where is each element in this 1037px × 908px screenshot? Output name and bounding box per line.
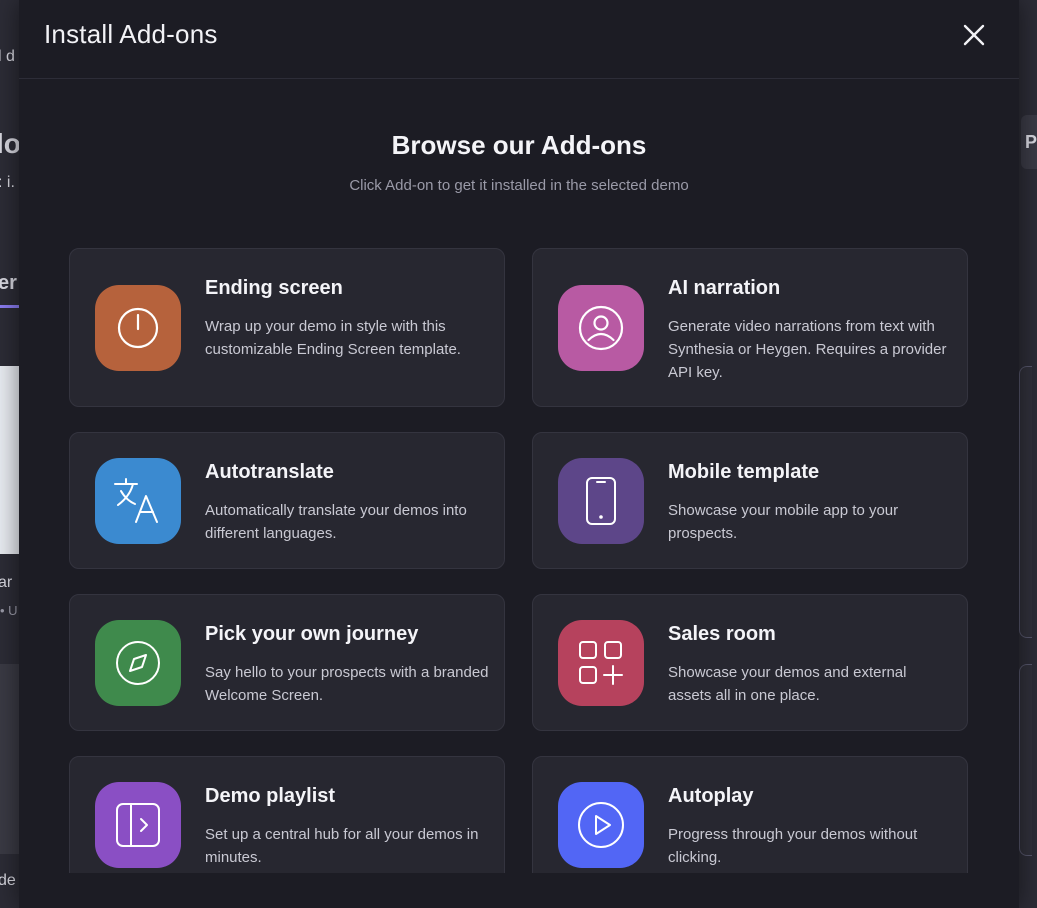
addon-icon-box — [558, 782, 644, 868]
addon-icon-box — [95, 458, 181, 544]
background-left-panel: l d lo : i. er ar • U de — [0, 0, 19, 908]
bg-fragment: l d — [0, 48, 15, 65]
modal-header: Install Add-ons — [19, 0, 1019, 79]
addon-icon-box — [558, 285, 644, 371]
bg-button: P — [1021, 115, 1037, 169]
addon-title: Autoplay — [668, 785, 754, 807]
compass-icon — [116, 641, 160, 685]
addon-card-demo-playlist[interactable]: Demo playlist Set up a central hub for a… — [69, 756, 505, 873]
addon-card-pick-your-own-journey[interactable]: Pick your own journey Say hello to your … — [69, 594, 505, 731]
bg-card — [1019, 366, 1032, 638]
bg-fragment: er — [0, 272, 17, 294]
bg-fragment: : i. — [0, 174, 15, 191]
addon-icon-box — [558, 458, 644, 544]
addon-description: Showcase your demos and external assets … — [668, 664, 907, 704]
mobile-icon — [586, 477, 616, 525]
addon-title: Mobile template — [668, 461, 820, 483]
addon-icon-box — [558, 620, 644, 706]
addon-description: Progress through your demos without clic… — [668, 826, 918, 866]
user-circle-icon — [578, 305, 624, 351]
addon-title: Pick your own journey — [205, 623, 419, 645]
addon-icon-box — [95, 285, 181, 371]
bg-fragment: • U — [0, 603, 18, 618]
install-addons-modal: Install Add-ons Browse our Add-ons Click… — [19, 0, 1019, 908]
bg-card — [1019, 664, 1032, 856]
addon-description: Automatically translate your demos into … — [205, 502, 467, 542]
addon-title: Ending screen — [205, 277, 343, 299]
power-icon — [117, 307, 159, 349]
addon-card-mobile-template[interactable]: Mobile template Showcase your mobile app… — [532, 432, 968, 569]
addon-card-ai-narration[interactable]: AI narration Generate video narrations f… — [532, 248, 968, 407]
addon-title: Sales room — [668, 623, 776, 645]
bg-thumbnail — [0, 366, 19, 554]
apps-add-icon — [579, 641, 623, 685]
bg-fragment: de — [0, 872, 16, 889]
bg-thumbnail — [0, 664, 19, 854]
modal-bottom-padding — [19, 873, 1019, 908]
addon-title: AI narration — [668, 277, 781, 299]
addons-grid: Ending screen Wrap up your demo in style… — [69, 248, 969, 873]
browse-subheading: Click Add-on to get it installed in the … — [349, 177, 689, 194]
addon-card-autotranslate[interactable]: Autotranslate Automatically translate yo… — [69, 432, 505, 569]
bg-fragment: lo — [0, 128, 19, 159]
background-right-panel: P — [1019, 0, 1037, 908]
addon-title: Autotranslate — [205, 461, 334, 483]
addon-card-autoplay[interactable]: Autoplay Progress through your demos wit… — [532, 756, 968, 873]
close-button[interactable] — [959, 20, 989, 50]
addon-description: Showcase your mobile app to your prospec… — [668, 502, 899, 542]
addon-title: Demo playlist — [205, 785, 336, 807]
addon-card-ending-screen[interactable]: Ending screen Wrap up your demo in style… — [69, 248, 505, 407]
addon-icon-box — [95, 620, 181, 706]
sidebar-expand-icon — [116, 803, 160, 847]
browse-heading: Browse our Add-ons — [391, 130, 647, 160]
bg-tab-underline — [0, 305, 19, 308]
addon-card-sales-room[interactable]: Sales room Showcase your demos and exter… — [532, 594, 968, 731]
play-circle-icon — [578, 802, 624, 848]
modal-title: Install Add-ons — [44, 19, 218, 49]
addon-description: Say hello to your prospects with a brand… — [205, 664, 489, 704]
addon-description: Generate video narrations from text with… — [668, 318, 947, 381]
translate-icon — [114, 478, 158, 523]
addon-description: Wrap up your demo in style with this cus… — [205, 318, 461, 358]
addon-icon-box — [95, 782, 181, 868]
addon-description: Set up a central hub for all your demos … — [205, 826, 479, 866]
bg-fragment: ar — [0, 574, 13, 591]
close-icon — [963, 24, 985, 46]
